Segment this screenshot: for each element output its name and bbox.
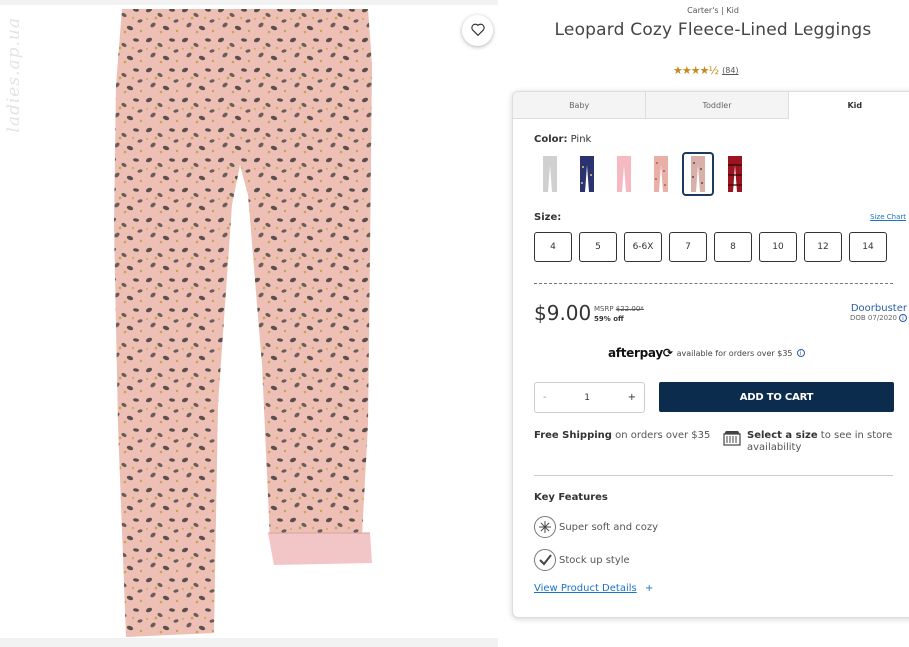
swatch-pink-print[interactable] (645, 152, 677, 196)
shipping-rest: on orders over $35 (615, 430, 711, 441)
leggings-gray-icon (543, 156, 557, 192)
afterpay-info-icon[interactable]: i (796, 349, 805, 357)
swatch-leopard[interactable] (682, 152, 714, 196)
star-rating-icon: ★★★★½ (673, 64, 719, 77)
info-icon[interactable]: i (899, 314, 907, 322)
quantity-stepper: - 1 + (534, 382, 645, 413)
promo-block: Doorbuster DOB 07/2020 i (850, 303, 907, 322)
price: $9.00 (534, 301, 592, 325)
add-to-cart-button[interactable]: ADD TO CART (659, 382, 894, 412)
promo-date: DOB 07/2020 (849, 314, 897, 322)
leggings-plaid-icon (728, 156, 742, 192)
store-bold-link[interactable]: Select a size (747, 430, 818, 441)
leggings-leopard-icon (691, 156, 705, 192)
key-features-title: Key Features (534, 492, 608, 503)
size-option-7[interactable]: 7 (669, 232, 707, 262)
product-image-pane: ladies.ap.ua (0, 5, 498, 638)
color-value: Pink (570, 134, 592, 145)
tab-baby[interactable]: Baby (513, 92, 647, 119)
msrp-block: MSRP $22.00* 59% off (594, 304, 644, 324)
size-option-12[interactable]: 12 (804, 232, 842, 262)
size-options: 4 5 6-6X 7 8 10 12 14 (534, 232, 887, 262)
watermark-text: ladies.ap.ua (4, 17, 24, 133)
swatch-navy[interactable] (571, 152, 603, 196)
purchase-card: Baby Toddler Kid Color: Pink Size: Size … (512, 91, 909, 618)
leggings-navy-icon (580, 156, 594, 192)
quantity-increment-button[interactable]: + (628, 392, 636, 403)
size-option-4[interactable]: 4 (534, 232, 572, 262)
feature-item-soft: Super soft and cozy (534, 516, 658, 538)
rating: ★★★★½ (84) (673, 64, 739, 77)
afterpay-text: available for orders over $35 (676, 348, 793, 358)
checkmark-icon (534, 549, 556, 571)
size-option-6-6x[interactable]: 6-6X (624, 232, 662, 262)
review-count-link[interactable]: (84) (722, 66, 738, 75)
page-title: Leopard Cozy Fleece-Lined Leggings (554, 20, 872, 40)
shipping-bold: Free Shipping (534, 430, 612, 441)
feature-label: Stock up style (559, 554, 630, 566)
expand-plus-icon[interactable]: + (645, 583, 653, 594)
heart-icon (470, 21, 485, 40)
snowflake-icon (534, 516, 556, 538)
section-divider (534, 475, 893, 476)
age-tabs: Baby Toddler Kid (513, 92, 909, 119)
afterpay-banner: afterpay⟳ available for orders over $35 … (608, 346, 805, 360)
swatch-gray[interactable] (534, 152, 566, 196)
swatch-red-plaid[interactable] (719, 152, 751, 196)
color-label: Color: Pink (534, 134, 591, 145)
afterpay-logo: afterpay⟳ (608, 346, 673, 360)
size-label: Size: (534, 212, 562, 223)
dashed-divider (534, 283, 893, 284)
promo-sub: DOB 07/2020 i (850, 314, 907, 322)
msrp-value: $22.00* (615, 305, 644, 313)
discount-badge: 59% off (594, 315, 624, 323)
size-option-8[interactable]: 8 (714, 232, 752, 262)
brand-line: Carter's | Kid (687, 6, 739, 15)
tab-toddler[interactable]: Toddler (646, 92, 789, 119)
msrp-label: MSRP (594, 305, 614, 313)
size-option-14[interactable]: 14 (849, 232, 887, 262)
view-product-details-link[interactable]: View Product Details (534, 583, 637, 594)
feature-label: Super soft and cozy (559, 521, 659, 533)
shipping-info: Free Shipping on orders over $35 (534, 430, 710, 441)
size-chart-link[interactable]: Size Chart (870, 213, 906, 221)
favorite-button[interactable] (462, 15, 493, 46)
store-text: Select a size to see in store availabili… (747, 430, 903, 454)
color-label-key: Color: (534, 134, 568, 145)
size-option-10[interactable]: 10 (759, 232, 797, 262)
color-swatches (534, 152, 751, 196)
swatch-light-pink[interactable] (608, 152, 640, 196)
quantity-decrement-button[interactable]: - (543, 392, 547, 403)
feature-item-style: Stock up style (534, 549, 630, 571)
product-info-pane: Carter's | Kid Leopard Cozy Fleece-Lined… (498, 0, 909, 647)
product-image[interactable] (0, 5, 498, 638)
promo-title: Doorbuster (850, 303, 907, 314)
leggings-pink-print-icon (654, 156, 668, 192)
store-availability: Select a size to see in store availabili… (723, 430, 903, 454)
size-option-5[interactable]: 5 (579, 232, 617, 262)
quantity-value[interactable]: 1 (584, 393, 590, 403)
tab-kid[interactable]: Kid (788, 92, 909, 119)
store-icon (723, 430, 741, 454)
leggings-pink-icon (617, 156, 631, 192)
